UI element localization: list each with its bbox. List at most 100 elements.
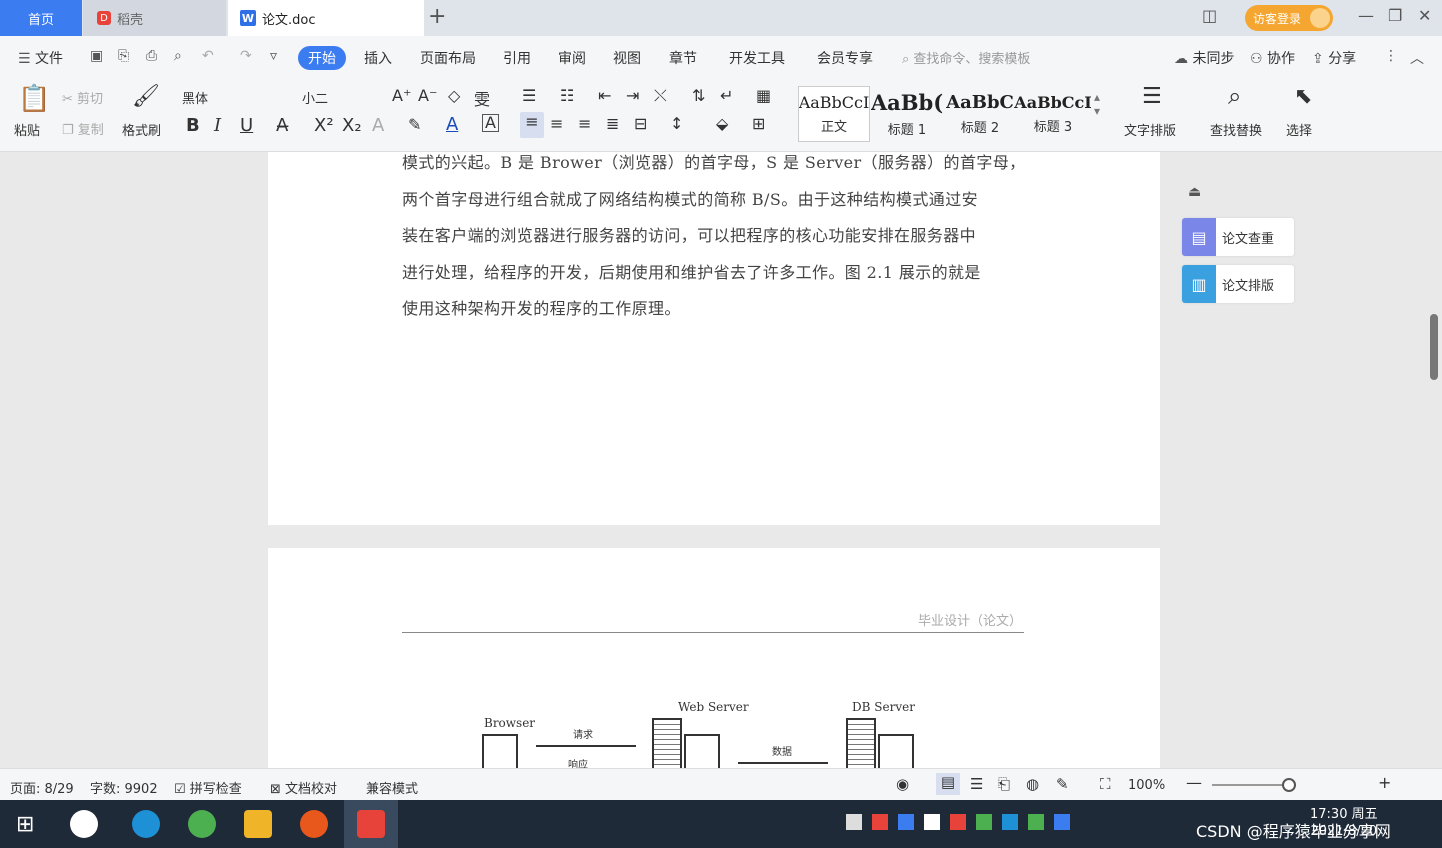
zoom-out-icon[interactable]: — <box>1186 773 1202 792</box>
tray-icon[interactable] <box>950 814 966 830</box>
shading-icon[interactable]: ⬙ <box>716 114 728 133</box>
text-effect-icon[interactable]: A <box>372 115 384 136</box>
menu-start[interactable]: 开始 <box>298 46 346 70</box>
menu-page-layout[interactable]: 页面布局 <box>420 48 476 68</box>
new-tab-button[interactable]: + <box>428 4 446 29</box>
zoom-in-icon[interactable]: + <box>1378 773 1391 792</box>
bluetooth-icon[interactable] <box>1054 814 1070 830</box>
zoom-slider-knob[interactable] <box>1282 778 1296 792</box>
collab-button[interactable]: ⚇ 协作 <box>1250 48 1295 68</box>
spell-check-button[interactable]: ☑ 拼写检查 <box>174 778 242 797</box>
save-icon[interactable]: ▣ <box>90 48 103 64</box>
file-explorer-icon[interactable] <box>244 810 272 838</box>
copy-button[interactable]: ❐ 复制 <box>62 119 104 138</box>
paste-button[interactable]: 粘贴 <box>14 120 40 139</box>
cut-button[interactable]: ✂ 剪切 <box>62 88 103 107</box>
menu-chapter[interactable]: 章节 <box>669 48 697 68</box>
document-page[interactable]: 模式的兴起。B 是 Brower（浏览器）的首字母，S 是 Server（服务器… <box>268 152 1160 525</box>
document-page[interactable]: 毕业设计（论文） Browser 请求 响应 Web Server 数据 DB … <box>268 548 1160 768</box>
chinese-layout-icon[interactable]: ⤬ <box>654 86 667 106</box>
fit-page-icon[interactable]: ⛶ <box>1100 775 1111 793</box>
style-normal[interactable]: AaBbCcI 正文 <box>798 86 870 142</box>
write-view-icon[interactable]: ✎ <box>1056 775 1069 793</box>
tray-icon[interactable] <box>846 814 862 830</box>
print-icon[interactable]: ⎙ <box>146 48 157 64</box>
bold-icon[interactable]: B <box>186 115 200 136</box>
align-center-icon[interactable]: ≡ <box>550 114 563 133</box>
menu-file[interactable]: ☰ 文件 <box>18 48 63 68</box>
show-marks-icon[interactable]: ↵ <box>720 86 733 105</box>
sync-status[interactable]: ☁ 未同步 <box>1174 48 1234 68</box>
close-icon[interactable]: ✕ <box>1418 6 1431 25</box>
font-shrink-icon[interactable]: A⁻ <box>418 86 437 105</box>
tab-document[interactable]: W 论文.doc <box>228 0 424 36</box>
style-heading2[interactable]: AaBbC 标题 2 <box>944 86 1016 142</box>
scrollbar-thumb[interactable] <box>1430 314 1438 380</box>
font-color-icon[interactable]: A <box>446 114 458 135</box>
italic-icon[interactable]: I <box>214 115 221 136</box>
word-count[interactable]: 字数: 9902 <box>90 778 158 797</box>
menu-devtools[interactable]: 开发工具 <box>729 48 785 68</box>
select-button[interactable]: 选择 <box>1286 120 1312 139</box>
restore-icon[interactable]: ❐ <box>1388 6 1402 25</box>
font-size-select[interactable]: 小二 <box>302 88 328 107</box>
redo-icon[interactable]: ↷ <box>240 48 252 64</box>
font-grow-icon[interactable]: A⁺ <box>392 86 411 105</box>
align-left-icon[interactable]: ≡ <box>520 112 544 138</box>
wps-taskbar-item[interactable] <box>344 800 398 848</box>
paragraph[interactable]: 模式的兴起。B 是 Brower（浏览器）的首字母，S 是 Server（服务器… <box>402 152 1026 328</box>
system-tray[interactable] <box>846 814 1196 834</box>
menu-review[interactable]: 审阅 <box>558 48 586 68</box>
phonetic-icon[interactable]: 雯 <box>474 86 490 110</box>
tray-icon[interactable] <box>872 814 888 830</box>
tab-home[interactable]: 首页 <box>0 0 82 36</box>
tray-icon[interactable] <box>976 814 992 830</box>
tray-icon[interactable] <box>924 814 940 830</box>
web-view-icon[interactable]: ◍ <box>1026 775 1039 793</box>
menu-member[interactable]: 会员专享 <box>817 48 873 68</box>
reading-view-icon[interactable]: ⎗ <box>998 775 1010 793</box>
border-icon[interactable]: ⊞ <box>752 114 765 133</box>
bullet-list-icon[interactable]: ☰ <box>522 86 536 105</box>
tray-icon[interactable] <box>898 814 914 830</box>
menu-reference[interactable]: 引用 <box>503 48 531 68</box>
export-pdf-icon[interactable]: ⎘ <box>118 48 129 64</box>
decrease-indent-icon[interactable]: ⇤ <box>598 86 611 105</box>
distribute-icon[interactable]: ⊟ <box>634 114 647 133</box>
undo-icon[interactable]: ↶ <box>202 48 214 64</box>
outline-view-icon[interactable]: ☰ <box>970 775 983 793</box>
menu-insert[interactable]: 插入 <box>364 48 392 68</box>
windows-start-icon[interactable]: ⊞ <box>16 812 34 837</box>
reading-mode-icon[interactable]: ◫ <box>1202 6 1217 25</box>
minimize-icon[interactable]: — <box>1358 6 1374 25</box>
styles-more-icon[interactable]: ▴ ▾ <box>1094 90 1100 118</box>
print-preview-icon[interactable]: ⌕ <box>174 48 182 64</box>
line-spacing-icon[interactable]: ↕ <box>670 114 683 133</box>
align-right-icon[interactable]: ≡ <box>578 114 591 133</box>
browser-icon[interactable] <box>188 810 216 838</box>
paper-check-button[interactable]: ▤ 论文查重 <box>1182 218 1294 256</box>
char-border-icon[interactable]: A <box>482 114 499 132</box>
font-family-select[interactable]: 黑体 <box>182 88 208 107</box>
login-button[interactable]: 访客登录 <box>1245 5 1333 31</box>
more-icon[interactable]: ⋮ <box>1384 48 1398 64</box>
table-tools-icon[interactable]: ▦ <box>756 86 771 105</box>
paste-icon[interactable]: 📋 <box>18 84 50 114</box>
style-heading1[interactable]: AaBb( 标题 1 <box>871 86 943 142</box>
tab-daoke[interactable]: D 稻壳 <box>83 0 226 36</box>
media-app-icon[interactable] <box>300 810 328 838</box>
customize-toolbar-icon[interactable]: ▿ <box>270 48 277 64</box>
app-icon[interactable] <box>70 810 98 838</box>
command-search[interactable]: ⌕ 查找命令、搜索模板 <box>902 48 1030 67</box>
ie-browser-icon[interactable] <box>132 810 160 838</box>
collapse-ribbon-icon[interactable]: ︿ <box>1410 48 1424 68</box>
subscript-icon[interactable]: X₂ <box>342 115 362 136</box>
text-layout-button[interactable]: 文字排版 <box>1124 120 1176 139</box>
strikethrough-icon[interactable]: A̶ <box>276 115 288 136</box>
tray-icon[interactable] <box>1028 814 1044 830</box>
clear-format-icon[interactable]: ◇ <box>448 86 460 105</box>
menu-view[interactable]: 视图 <box>613 48 641 68</box>
page-view-icon[interactable]: ▤ <box>936 773 960 795</box>
paper-layout-button[interactable]: ▥ 论文排版 <box>1182 265 1294 303</box>
numbered-list-icon[interactable]: ☷ <box>560 86 574 105</box>
